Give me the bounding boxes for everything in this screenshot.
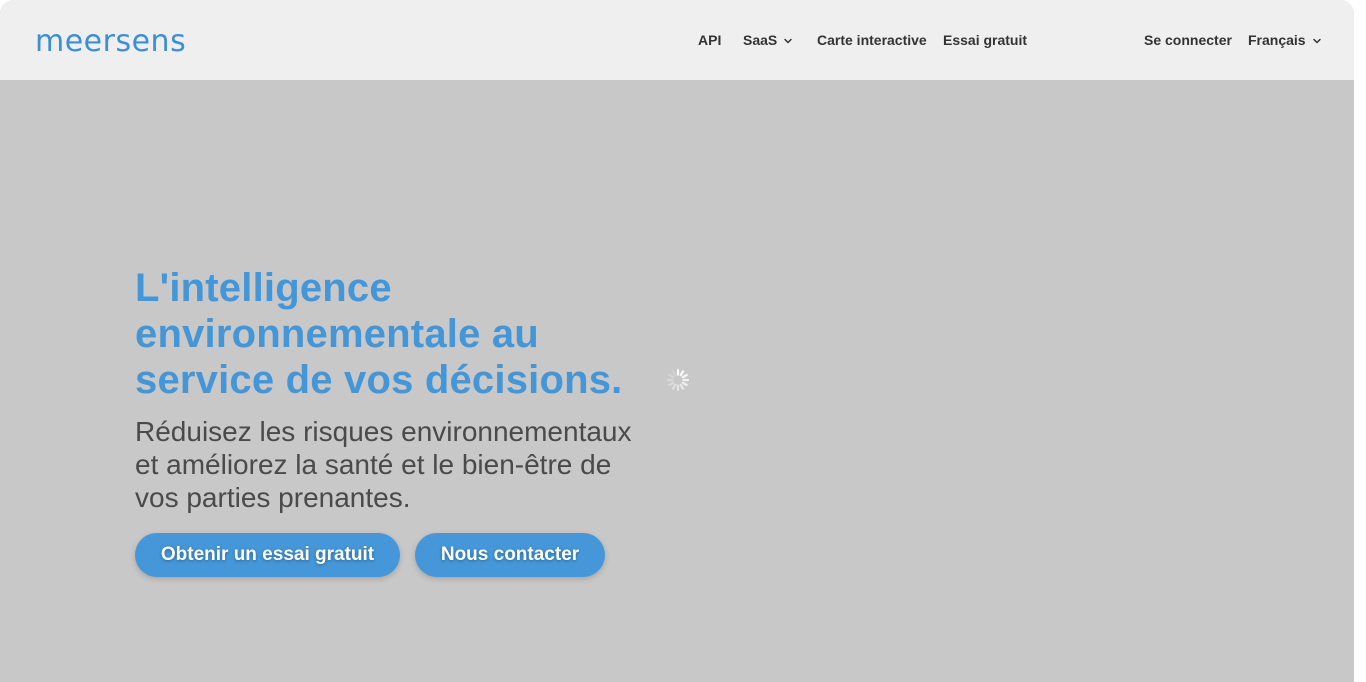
nav-item-label: Carte interactive — [817, 32, 927, 48]
nav-item-label: Essai gratuit — [943, 32, 1028, 48]
hero-title: L'intelligence environnementale au servi… — [135, 265, 695, 403]
nav-item-api[interactable]: API — [698, 30, 721, 50]
nav-item-essai-gratuit[interactable]: Essai gratuit — [943, 30, 1027, 50]
page: meersens API SaaS Carte interactive Essa… — [0, 0, 1354, 682]
hero-subtitle-line: et améliorez la santé et le bien-être de — [135, 449, 612, 480]
loading-spinner-icon — [666, 368, 690, 392]
language-label: Français — [1248, 32, 1306, 48]
language-selector[interactable]: Français — [1248, 30, 1322, 50]
hero-subtitle-line: vos parties prenantes. — [135, 482, 411, 513]
free-trial-button[interactable]: Obtenir un essai gratuit — [135, 533, 400, 577]
nav-item-label: SaaS — [743, 32, 778, 48]
chevron-down-icon — [1312, 38, 1321, 44]
nav-item-carte-interactive[interactable]: Carte interactive — [817, 30, 927, 50]
hero-title-line: L'intelligence — [135, 266, 392, 310]
hero-title-line: service de vos décisions. — [135, 358, 623, 402]
login-link[interactable]: Se connecter — [1144, 30, 1232, 50]
login-label: Se connecter — [1144, 32, 1232, 48]
site-header: meersens API SaaS Carte interactive Essa… — [0, 0, 1354, 80]
main-nav: API SaaS Carte interactive Essai gratuit… — [0, 30, 1354, 50]
nav-item-saas[interactable]: SaaS — [743, 30, 793, 50]
hero-section: L'intelligence environnementale au servi… — [135, 265, 695, 514]
hero-subtitle: Réduisez les risques environnementaux et… — [135, 415, 675, 514]
hero-subtitle-line: Réduisez les risques environnementaux — [135, 416, 632, 447]
hero-title-line: environnementale au — [135, 312, 539, 356]
nav-item-label: API — [698, 32, 722, 48]
chevron-down-icon — [784, 38, 792, 44]
contact-button[interactable]: Nous contacter — [415, 533, 605, 577]
